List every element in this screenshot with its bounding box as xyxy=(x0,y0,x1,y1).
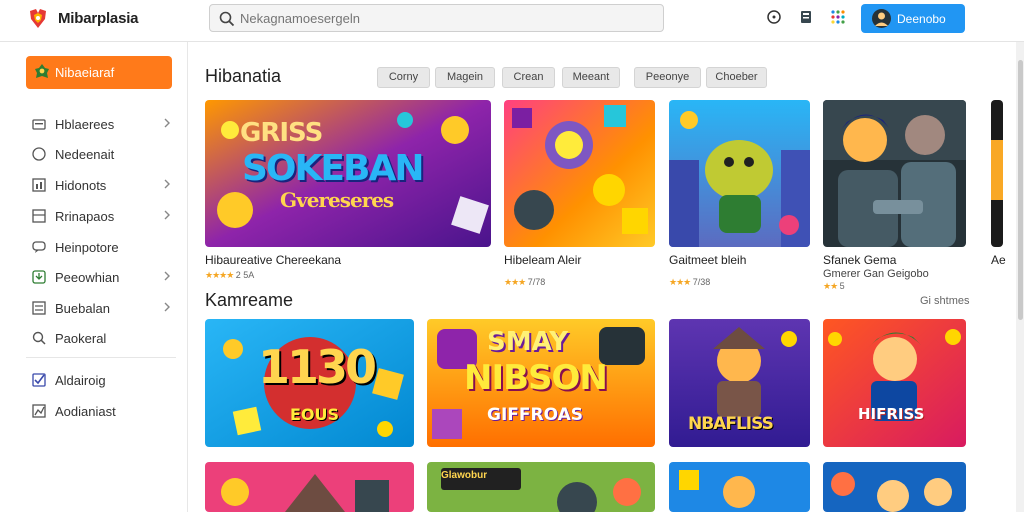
filter-chip-1[interactable]: Corny xyxy=(377,67,430,88)
app-logo-icon[interactable] xyxy=(26,7,50,31)
card-art-main-text: 1130 xyxy=(258,340,377,394)
chat-icon xyxy=(32,240,46,254)
chevron-right-icon xyxy=(162,116,172,130)
list-icon xyxy=(32,301,46,315)
game-card-image[interactable] xyxy=(823,462,966,512)
app-title[interactable]: Mibarplasia xyxy=(58,10,139,27)
sidebar-item-8[interactable]: Paokeral xyxy=(26,327,176,351)
chevron-right-icon xyxy=(162,177,172,191)
game-card-image[interactable] xyxy=(669,462,810,512)
game-card-image[interactable] xyxy=(823,319,966,447)
star-rating: ★★★★ xyxy=(205,270,234,280)
sidebar-item-3[interactable]: Hidonots xyxy=(26,174,176,198)
sidebar-item-label: Hblaerees xyxy=(55,117,115,132)
second-section-title: Kamreame xyxy=(205,290,294,310)
sidebar-item-6[interactable]: Peeowhian xyxy=(26,266,176,290)
search-icon xyxy=(219,11,235,27)
game-card-subtitle: Gmerer Gan Geigobo xyxy=(823,268,929,280)
chevron-right-icon xyxy=(162,300,172,314)
folder-icon xyxy=(32,117,46,131)
search-icon xyxy=(32,331,46,345)
rating-value: 7/38 xyxy=(692,277,711,287)
game-card-image[interactable] xyxy=(669,100,810,247)
card-art-main-text: NBAFLISS xyxy=(688,414,774,434)
sidebar-item-label: Rrinapaos xyxy=(55,209,115,224)
card-art-sub-text: Gvereseres xyxy=(280,188,394,212)
sidebar-item-label: Nedeenait xyxy=(55,147,115,162)
rating-value: 7/78 xyxy=(527,277,546,287)
download-icon xyxy=(32,270,46,284)
search-input[interactable] xyxy=(240,8,650,28)
game-card-image[interactable] xyxy=(504,100,655,247)
avatar xyxy=(872,9,891,28)
grid-icon xyxy=(32,209,46,223)
search-bar[interactable] xyxy=(209,4,664,32)
sidebar-item-1[interactable]: Hblaerees xyxy=(26,113,176,137)
game-icon xyxy=(33,63,51,81)
sidebar-item-label: Heinpotore xyxy=(55,240,119,255)
clock-icon[interactable] xyxy=(766,9,782,25)
game-card-rating: ★★ 5 xyxy=(823,281,845,292)
star-rating: ★★ xyxy=(823,281,838,291)
sidebar-item-label: Peeowhian xyxy=(55,270,120,285)
card-art-main-text: NIBSON xyxy=(464,358,608,398)
sidebar-item-4[interactable]: Rrinapaos xyxy=(26,205,176,229)
sidebar-item-label: Hidonots xyxy=(55,178,107,193)
sidebar-item-5[interactable]: Heinpotore xyxy=(26,236,176,260)
user-account-button[interactable]: Deenobo xyxy=(861,4,965,33)
scrollbar-thumb[interactable] xyxy=(1018,60,1023,320)
game-card-title[interactable]: Hibeleam Aleir xyxy=(504,253,581,267)
star-rating: ★★★ xyxy=(504,277,526,287)
card-art-sub-text: EOUS xyxy=(290,405,340,424)
rating-value: 5 xyxy=(839,281,845,291)
sidebar-item-label: Aodianiast xyxy=(55,404,116,419)
game-card-image[interactable] xyxy=(991,100,1003,247)
chevron-right-icon xyxy=(162,269,172,283)
game-card-title[interactable]: Hibaureative Chereekana xyxy=(205,253,341,267)
sidebar-primary-button[interactable]: Nibaeiaraf xyxy=(26,56,172,89)
sidebar-item-label: Buebalan xyxy=(55,301,110,316)
card-art-main-text: HIFRISS xyxy=(858,405,925,423)
sidebar-divider xyxy=(26,357,176,358)
chart-icon xyxy=(32,178,46,192)
sidebar-item-label: Paokeral xyxy=(55,331,107,346)
see-all-link[interactable]: Gi shtmes xyxy=(920,295,970,307)
card-art-main-text: SOKEBAN xyxy=(242,148,424,189)
filter-chip-2[interactable]: Magein xyxy=(435,67,495,88)
featured-section-title: Hibanatia xyxy=(205,66,282,86)
sidebar: Nibaeiaraf Hblaerees Nedeenait Hidonots … xyxy=(0,42,188,512)
filter-chip-3[interactable]: Crean xyxy=(502,67,555,88)
sidebar-item-10[interactable]: Aodianiast xyxy=(26,400,176,424)
rating-value: 2 5A xyxy=(235,270,255,280)
game-card-title[interactable]: Gaitmeet bleih xyxy=(669,253,746,267)
star-rating: ★★★ xyxy=(669,277,691,287)
sidebar-primary-label: Nibaeiaraf xyxy=(55,65,115,80)
game-card-image[interactable] xyxy=(205,462,414,512)
sidebar-item-9[interactable]: Aldairoig xyxy=(26,369,176,393)
game-card-image[interactable] xyxy=(823,100,966,247)
top-bar: Mibarplasia Deenobo xyxy=(0,0,1024,42)
game-card-rating: ★★★ 7/38 xyxy=(669,277,710,288)
game-card-title[interactable]: Ae xyxy=(991,253,1006,267)
game-card-title[interactable]: Sfanek Gema xyxy=(823,253,896,267)
game-card-rating: ★★★★ 2 5A xyxy=(205,270,254,281)
apps-grid-icon[interactable] xyxy=(830,9,846,25)
check-icon xyxy=(32,373,46,387)
chevron-right-icon xyxy=(162,208,172,222)
sidebar-item-7[interactable]: Buebalan xyxy=(26,297,176,321)
compass-icon xyxy=(32,147,46,161)
card-art-sub-text: GIFFROAS xyxy=(487,405,583,425)
sidebar-item-2[interactable]: Nedeenait xyxy=(26,143,176,167)
bookmark-icon[interactable] xyxy=(798,9,814,25)
card-art-top-text: GRISS xyxy=(240,118,323,148)
user-name-label: Deenobo xyxy=(897,12,946,26)
filter-chip-5[interactable]: Peeonye xyxy=(634,67,701,88)
banner-text: Glawobur xyxy=(441,470,488,481)
card-art-top-text: SMAY xyxy=(487,327,569,357)
sidebar-item-label: Aldairoig xyxy=(55,373,106,388)
trend-icon xyxy=(32,404,46,418)
game-card-rating: ★★★ 7/78 xyxy=(504,277,545,288)
filter-chip-4[interactable]: Meeant xyxy=(562,67,620,88)
filter-chip-6[interactable]: Choeber xyxy=(706,67,767,88)
